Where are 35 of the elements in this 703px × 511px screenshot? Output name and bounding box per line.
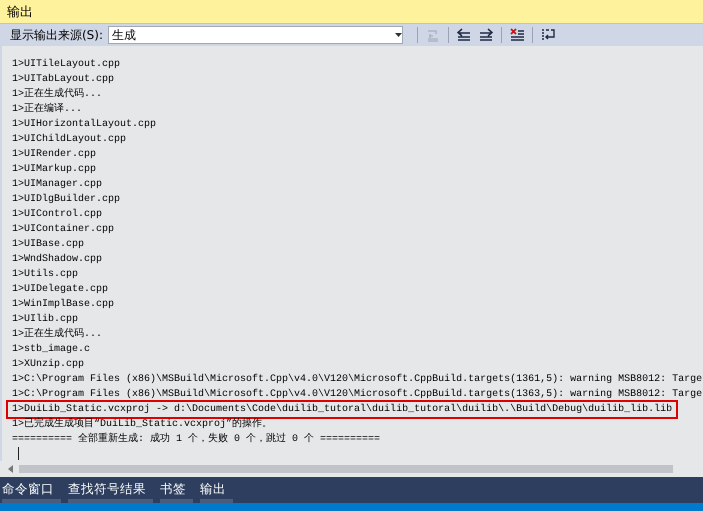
clear-list-icon	[509, 27, 526, 43]
output-line: 1>UIChildLayout.cpp	[11, 132, 128, 147]
output-line: 1>UITabLayout.cpp	[11, 72, 116, 87]
output-line: 1>UIManager.cpp	[11, 178, 104, 192]
scrollbar-thumb[interactable]	[19, 465, 673, 473]
source-label: 显示输出来源(S):	[10, 26, 104, 44]
output-line: 1>XUnzip.cpp	[11, 358, 86, 372]
output-line: 1>UIControl.cpp	[11, 208, 104, 222]
output-line: 1>UIMarkup.cpp	[11, 162, 98, 177]
output-line: 1>WinImplBase.cpp	[11, 298, 116, 312]
output-line: 1>UIBase.cpp	[11, 238, 86, 252]
scroll-left-icon[interactable]	[8, 465, 13, 473]
output-line: 1>正在编译...	[11, 102, 84, 117]
output-line: 1>已完成生成项目“DuiLib_Static.vcxproj”的操作。	[11, 416, 274, 432]
output-line: 1>UIHorizontalLayout.cpp	[11, 118, 158, 132]
caret-icon	[395, 33, 402, 37]
output-line: 1>C:\Program Files (x86)\MSBuild\Microsoft.Cpp\v4.0\V120\Microsoft.CppBuild.targets(1363,5): warning MSB8012: Targe	[11, 388, 703, 402]
output-line: 1>UIDlgBuilder.cpp	[11, 192, 122, 207]
output-line: 1>正在生成代码...	[11, 326, 104, 342]
output-line: ========== 全部重新生成: 成功 1 个，失败 0 个，跳过 0 个 ==========	[11, 432, 382, 447]
output-line: 1>WndShadow.cpp	[11, 252, 104, 267]
output-line: 1>UIDelegate.cpp	[11, 282, 110, 297]
output-line: 1>Utils.cpp	[11, 268, 80, 282]
output-line: 1>UIContainer.cpp	[11, 222, 116, 237]
source-dropdown[interactable]: 生成	[108, 26, 404, 44]
window-title: 输出	[0, 0, 703, 24]
output-line: 1>UIlib.cpp	[11, 312, 80, 327]
next-lines-icon	[478, 27, 494, 43]
output-line: 1>stb_image.c	[11, 342, 92, 357]
previous-lines-icon	[456, 27, 472, 43]
output-line: 1>UITileLayout.cpp	[11, 58, 122, 72]
output-line: 1>正在生成代码...	[11, 86, 104, 102]
output-line: 1>C:\Program Files (x86)\MSBuild\Microsoft.Cpp\v4.0\V120\Microsoft.CppBuild.targets(1361,5): warning MSB8012: Targe	[11, 372, 703, 387]
text-cursor	[18, 447, 19, 460]
output-line: 1>UIRender.cpp	[11, 148, 98, 162]
